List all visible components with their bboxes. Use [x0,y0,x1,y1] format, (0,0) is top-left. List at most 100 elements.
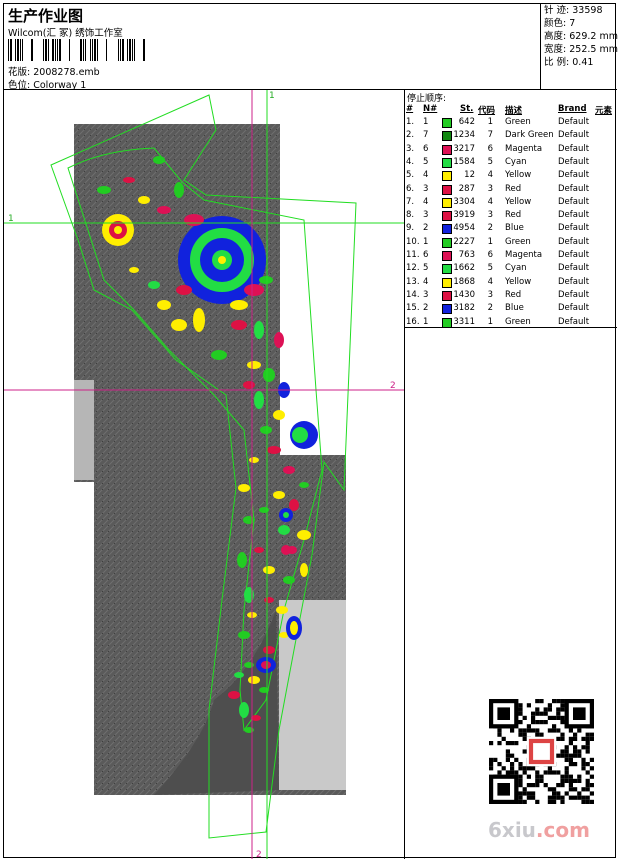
color-swatch [442,211,452,222]
jacket-photo-upper [74,124,280,482]
stop-sequence-header: # N# St. 代码 描述 Brand 元素 [405,104,617,116]
stat-stitches: 针 迹: 33598 [544,5,603,16]
cell-description: Red [505,210,522,221]
color-swatch [442,157,452,168]
cell-stitches: 3919 [453,210,475,221]
color-swatch [442,224,452,235]
cell-brand: Default [558,143,590,154]
cell-code: 3 [487,183,493,194]
cell-num: 14. [406,289,420,300]
cell-stitches: 3304 [453,196,475,207]
cell-description: Green [505,236,531,247]
cell-num: 6. [406,183,415,194]
color-swatch [442,118,452,128]
color-swatch [442,277,452,288]
col-code: 代码 [478,106,496,116]
stop-sequence-row: 15. 2 3182 2 Blue Default [405,303,617,316]
color-swatch [442,184,452,195]
cell-needle: 2 [423,303,429,314]
color-swatch [442,131,452,142]
cell-description: Yellow [505,170,532,181]
photo-background-left [74,380,94,480]
cell-stitches: 1234 [453,130,475,141]
stop-sequence-row: 16. 1 3311 1 Green Default [405,317,617,330]
col-num: # [406,104,414,114]
company-name: Wilcom(汇 冢) 绣饰工作室 [8,28,123,39]
cell-code: 1 [487,316,493,327]
color-swatch [442,304,452,315]
guide-h1-label: 1 [8,214,14,224]
color-swatch [442,197,452,208]
cell-description: Cyan [505,263,527,274]
color-swatch [442,237,452,248]
cell-num: 8. [406,210,415,221]
stop-sequence-row: 14. 3 1430 3 Red Default [405,290,617,303]
cell-description: Yellow [505,276,532,287]
cell-needle: 1 [423,316,429,327]
cell-code: 5 [487,156,493,167]
cell-num: 2. [406,130,415,141]
cell-brand: Default [558,250,590,260]
color-swatch [442,264,452,275]
cell-stitches: 1662 [453,263,475,274]
cell-stitches: 3182 [453,303,475,314]
color-swatch [442,317,452,328]
colorway-line: 色位: Colorway 1 [8,77,86,91]
cell-description: Blue [505,223,524,234]
cell-brand: Default [558,316,590,327]
cell-stitches: 3311 [453,316,475,327]
cell-needle: 4 [423,276,429,287]
color-swatch [442,251,452,261]
cell-code: 4 [487,196,493,207]
cell-needle: 5 [423,263,429,274]
cell-code: 4 [487,276,493,287]
cell-stitches: 3217 [453,143,475,154]
cell-code: 3 [487,210,493,221]
stat-scale: 比 例: 0.41 [544,57,594,68]
guide-h2-label: 2 [390,381,396,391]
cell-brand: Default [558,210,590,221]
cell-brand: Default [558,236,590,247]
stop-sequence-row: 9. 2 4954 2 Blue Default [405,223,617,236]
cell-stitches: 1584 [453,156,475,167]
cell-needle: 6 [423,250,429,260]
col-brand: Brand [558,104,587,114]
stop-sequence-row: 4. 5 1584 5 Cyan Default [405,157,617,170]
cell-num: 13. [406,276,420,287]
guide-v2-label: 2 [256,850,262,859]
stop-sequence-row: 6. 3 287 3 Red Default [405,184,617,197]
cell-stitches: 763 [458,250,475,260]
cell-description: Red [505,289,522,300]
stop-sequence-row: 11. 6 763 6 Magenta Default [405,250,617,263]
cell-description: Yellow [505,196,532,207]
production-sheet: 生产作业图 Wilcom(汇 冢) 绣饰工作室 花版: 2008278.emb … [3,3,618,859]
watermark-logo: 6xiu.com [488,818,590,842]
cell-needle: 7 [423,130,429,141]
cell-description: Magenta [505,250,543,260]
cell-needle: 3 [423,210,429,221]
cell-stitches: 2227 [453,236,475,247]
cell-stitches: 1868 [453,276,475,287]
cell-description: Dark Green [505,130,554,141]
cell-code: 7 [487,130,493,141]
stop-sequence-row: 2. 7 1234 7 Dark Green Default [405,130,617,143]
cell-needle: 4 [423,170,429,181]
stop-sequence-row: 13. 4 1868 4 Yellow Default [405,277,617,290]
cell-description: Magenta [505,143,543,154]
cell-num: 1. [406,117,415,127]
cell-code: 6 [487,250,493,260]
cell-brand: Default [558,223,590,234]
color-swatch [442,290,452,301]
cell-brand: Default [558,156,590,167]
col-description: 描述 [505,106,523,116]
cell-code: 5 [487,263,493,274]
cell-code: 4 [487,170,493,181]
cell-num: 5. [406,170,415,181]
stop-sequence-title: 停止顺序: [407,94,447,104]
cell-code: 2 [487,303,493,314]
stop-sequence-row: 5. 4 12 4 Yellow Default [405,170,617,183]
cell-needle: 3 [423,183,429,194]
guide-v1-label: 1 [269,91,275,101]
stop-sequence-row: 7. 4 3304 4 Yellow Default [405,197,617,210]
col-needle: N# [423,104,438,114]
